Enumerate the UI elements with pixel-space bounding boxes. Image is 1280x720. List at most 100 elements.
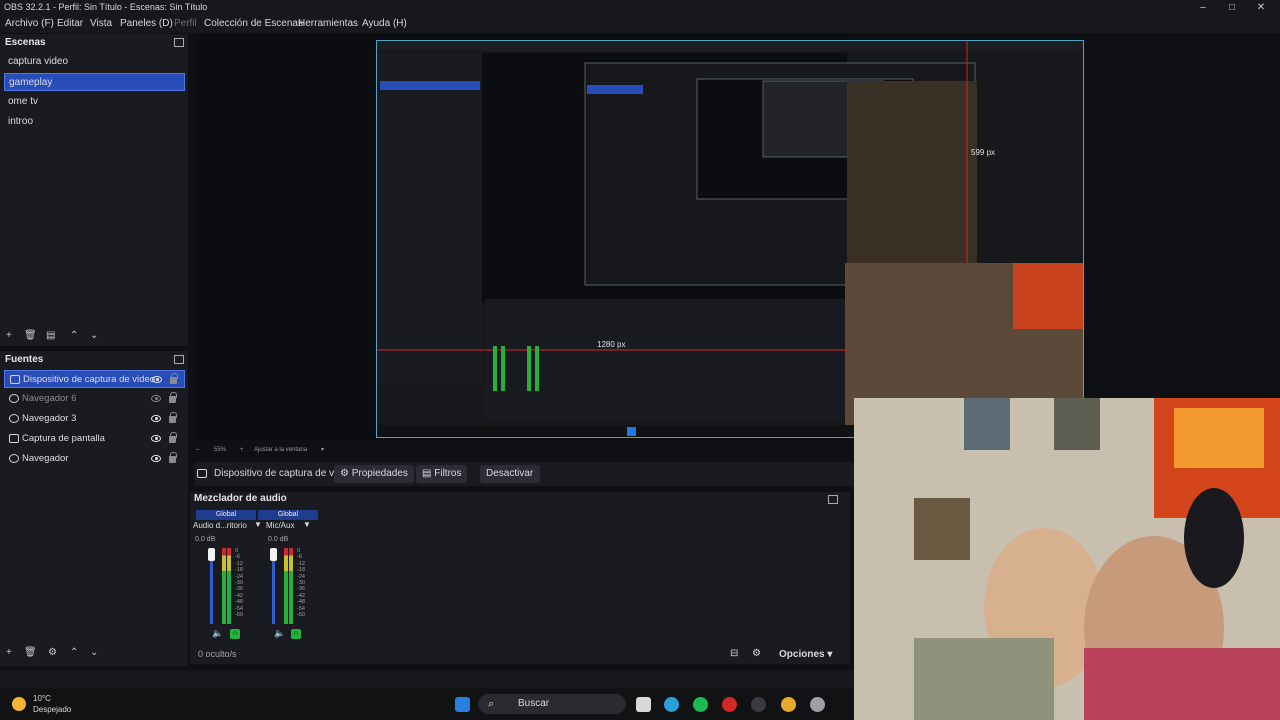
remove-scene-icon[interactable]: 🗑	[24, 330, 37, 341]
remove-source-icon[interactable]: 🗑	[24, 647, 37, 658]
scene-item-captura-video[interactable]: captura video	[4, 53, 185, 71]
menu-ayuda[interactable]: Ayuda (H)	[362, 15, 407, 33]
chevron-down-icon[interactable]: ▾	[321, 444, 324, 456]
source-item[interactable]: Dispositivo de captura de video	[4, 370, 185, 388]
window-titlebar: OBS 32.2.1 - Perfil: Sin Título - Escena…	[0, 0, 1280, 15]
deactivate-button[interactable]: Desactivar	[480, 465, 540, 483]
dock-float-icon[interactable]	[174, 355, 184, 364]
visibility-eye-icon[interactable]	[151, 455, 161, 462]
chrome-icon[interactable]	[781, 697, 796, 712]
move-down-icon[interactable]: ⌄	[90, 330, 98, 341]
channel-menu-icon[interactable]: ▼	[303, 520, 311, 529]
monitor-headphones-icon[interactable]: ∩	[230, 629, 240, 639]
obs-icon[interactable]	[751, 697, 766, 712]
move-up-icon[interactable]: ⌃	[70, 330, 78, 341]
menu-perfil[interactable]: Perfil	[174, 15, 197, 33]
close-icon[interactable]: ✕	[1246, 0, 1276, 15]
menu-paneles[interactable]: Paneles (D)	[120, 15, 173, 33]
source-item[interactable]: Navegador 3	[4, 410, 185, 428]
scenes-toolbar: + 🗑 ▤ ⌃ ⌄	[6, 330, 186, 346]
source-item[interactable]: Navegador	[4, 450, 185, 468]
mixer-layout-icon[interactable]: ⊟	[730, 648, 738, 659]
scene-item-ome-tv[interactable]: ome tv	[4, 93, 185, 111]
zoom-level: 55%	[214, 447, 227, 453]
weather-desc[interactable]: Despejado	[33, 705, 71, 714]
lock-icon[interactable]	[169, 392, 177, 403]
volume-fader-knob[interactable]	[208, 548, 215, 561]
channel-db: 0.0 dB	[195, 536, 216, 543]
measure-vertical-label: 599 px	[971, 148, 995, 157]
fit-to-window-button[interactable]: Ajustar a la ventana	[254, 444, 307, 456]
move-up-icon[interactable]: ⌃	[70, 647, 78, 658]
gear-icon: ⚙	[340, 468, 352, 479]
visibility-eye-icon[interactable]	[151, 415, 161, 422]
audio-meter	[289, 548, 293, 624]
lock-icon[interactable]	[169, 452, 177, 463]
settings-gear-icon[interactable]	[810, 697, 825, 712]
source-item[interactable]: Navegador 6	[4, 390, 185, 408]
preview-canvas[interactable]: 1280 px 599 px	[376, 40, 1084, 438]
minimize-icon[interactable]: –	[1188, 0, 1218, 15]
lock-icon[interactable]	[169, 432, 177, 443]
menu-coleccion-escenas[interactable]: Colección de Escenas	[204, 15, 303, 33]
lock-icon[interactable]	[169, 412, 177, 423]
channel-menu-icon[interactable]: ▼	[254, 520, 262, 529]
spotify-icon[interactable]	[693, 697, 708, 712]
dock-float-icon[interactable]	[828, 495, 838, 504]
taskbar-search-box[interactable]: ⌕ Buscar	[478, 694, 626, 714]
speaker-icon[interactable]: 🔈	[274, 628, 285, 639]
source-label: Navegador	[22, 453, 69, 464]
windows-taskbar: 10°C Despejado	[0, 688, 854, 720]
filter-icon: ▤	[422, 468, 435, 479]
source-properties-icon[interactable]: ⚙	[48, 647, 57, 658]
mixer-settings-icon[interactable]: ⚙	[752, 648, 761, 659]
globe-icon	[9, 454, 19, 463]
menu-vista[interactable]: Vista	[90, 15, 112, 33]
zoom-in-icon[interactable]: +	[240, 444, 244, 456]
filters-button[interactable]: ▤ Filtros	[416, 465, 468, 483]
speaker-icon[interactable]: 🔈	[212, 628, 223, 639]
weather-moon-icon[interactable]	[12, 697, 26, 711]
source-item[interactable]: Captura de pantalla	[4, 430, 185, 448]
visibility-eye-icon[interactable]	[151, 435, 161, 442]
add-scene-icon[interactable]: +	[6, 330, 12, 341]
search-placeholder: Buscar	[518, 698, 550, 709]
channel-db: 0.0 dB	[268, 536, 289, 543]
channel-scope-label: Global	[258, 510, 318, 520]
lock-icon[interactable]	[170, 373, 178, 384]
webcam-feed	[854, 398, 1280, 720]
opera-icon[interactable]	[722, 697, 737, 712]
file-explorer-icon[interactable]	[636, 697, 651, 712]
move-down-icon[interactable]: ⌄	[90, 647, 98, 658]
monitor-headphones-icon[interactable]: ∩	[291, 629, 301, 639]
edge-browser-icon[interactable]	[664, 697, 679, 712]
windows-start-icon[interactable]	[455, 697, 470, 712]
menu-bar: Archivo (F) Editar Vista Paneles (D) Per…	[0, 15, 1280, 33]
source-label: Navegador 3	[22, 413, 77, 424]
hidden-eye-icon[interactable]	[151, 395, 161, 402]
options-button[interactable]: Opciones ▾	[779, 649, 832, 660]
dock-float-icon[interactable]	[174, 38, 184, 47]
scene-item-gameplay[interactable]: gameplay	[4, 73, 185, 91]
meter-ticks: 0 -6 -12 -18 -24 -30 -36 -42 -48 -54 -60	[235, 548, 243, 619]
preview-zoom-row: – 55% + Ajustar a la ventana ▾	[194, 444, 494, 456]
scene-item-introo[interactable]: introo	[4, 113, 185, 131]
camera-icon	[197, 469, 207, 478]
menu-archivo[interactable]: Archivo (F)	[5, 15, 54, 33]
sources-toolbar: + 🗑 ⚙ ⌃ ⌄	[6, 647, 186, 663]
monitor-icon	[9, 434, 19, 443]
maximize-icon[interactable]: □	[1217, 0, 1247, 15]
audio-meter	[284, 548, 288, 624]
properties-button[interactable]: ⚙ Propiedades	[334, 465, 414, 483]
visibility-eye-icon[interactable]	[152, 376, 162, 383]
volume-fader-knob[interactable]	[270, 548, 277, 561]
menu-herramientas[interactable]: Herramientas	[298, 15, 358, 33]
menu-editar[interactable]: Editar	[57, 15, 83, 33]
source-label: Navegador 6	[22, 393, 77, 404]
audio-meter	[227, 548, 231, 624]
webcam-image	[854, 398, 1280, 720]
add-source-icon[interactable]: +	[6, 647, 12, 658]
zoom-out-icon[interactable]: –	[196, 444, 199, 456]
weather-temp[interactable]: 10°C	[33, 694, 51, 703]
scene-filters-icon[interactable]: ▤	[46, 330, 55, 341]
